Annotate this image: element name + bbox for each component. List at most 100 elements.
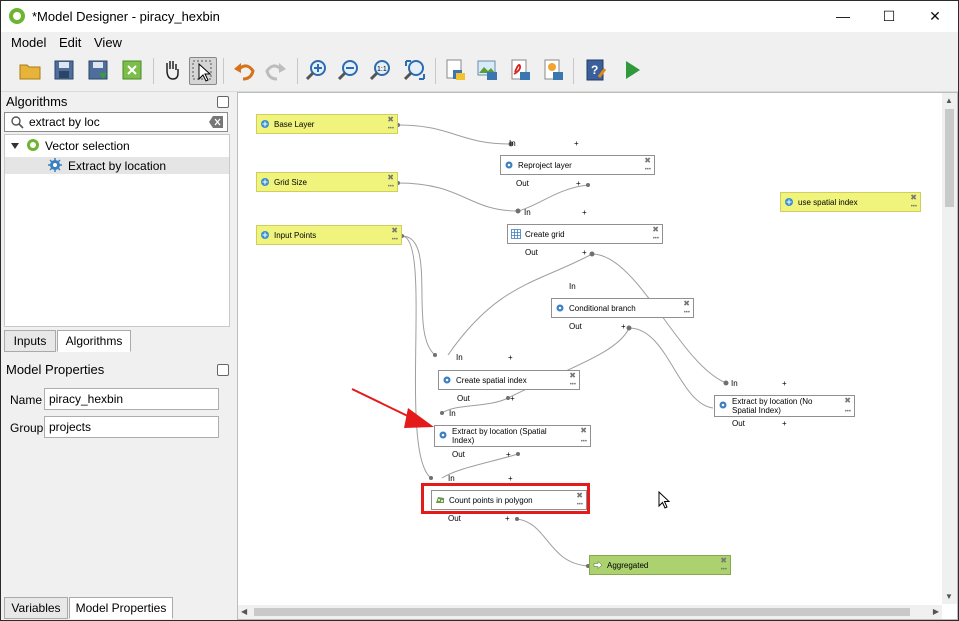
edit-node-icon[interactable]: •••: [721, 567, 727, 573]
remove-node-icon[interactable]: ✖: [844, 396, 851, 405]
save-as-button[interactable]: [85, 57, 111, 83]
clear-search-icon[interactable]: [209, 116, 223, 128]
undo-button[interactable]: [231, 57, 257, 83]
port-plus[interactable]: +: [508, 474, 513, 483]
save-model-button[interactable]: [51, 57, 77, 83]
zoom-in-button[interactable]: [304, 57, 330, 83]
scroll-right-icon[interactable]: ▶: [933, 607, 939, 616]
model-canvas[interactable]: Base Layer ✖ ••• Grid Size ✖ ••• Input P…: [237, 92, 958, 620]
remove-node-icon[interactable]: ✖: [652, 225, 659, 234]
zoom-out-button[interactable]: [336, 57, 362, 83]
port-plus[interactable]: +: [782, 419, 787, 428]
zoom-actual-button[interactable]: 1:1: [368, 57, 394, 83]
search-icon: [11, 116, 24, 129]
remove-node-icon[interactable]: ✖: [683, 299, 690, 308]
edit-node-icon[interactable]: •••: [653, 236, 659, 242]
float-panel-icon[interactable]: [217, 96, 229, 108]
export-image-button[interactable]: [474, 57, 500, 83]
remove-node-icon[interactable]: ✖: [644, 156, 651, 165]
edit-node-icon[interactable]: •••: [684, 310, 690, 316]
remove-node-icon[interactable]: ✖: [910, 193, 917, 202]
remove-node-icon[interactable]: ✖: [387, 115, 394, 124]
node-extract-spatial-index[interactable]: Extract by location (Spatial Index) ✖ •••: [434, 425, 591, 447]
tree-group-vector-selection[interactable]: Vector selection: [45, 139, 130, 153]
save-in-project-button[interactable]: [119, 57, 145, 83]
node-label: Conditional branch: [569, 304, 636, 313]
pan-tool-button[interactable]: [159, 57, 185, 83]
edit-node-icon[interactable]: •••: [388, 184, 394, 190]
model-name-field[interactable]: piracy_hexbin: [44, 388, 219, 410]
node-label: Grid Size: [274, 178, 307, 187]
select-tool-button[interactable]: [189, 57, 217, 85]
remove-node-icon[interactable]: ✖: [580, 426, 587, 435]
tab-variables[interactable]: Variables: [4, 597, 68, 619]
edit-node-icon[interactable]: •••: [845, 409, 851, 415]
edit-node-icon[interactable]: •••: [645, 167, 651, 173]
port-plus[interactable]: +: [582, 248, 587, 257]
port-plus[interactable]: +: [576, 179, 581, 188]
model-group-field[interactable]: projects: [44, 416, 219, 438]
tab-model-properties[interactable]: Model Properties: [69, 597, 173, 619]
node-grid-size[interactable]: Grid Size ✖ •••: [256, 172, 398, 192]
node-use-spatial-index[interactable]: use spatial index ✖ •••: [780, 192, 921, 212]
run-model-button[interactable]: [619, 57, 645, 83]
port-plus[interactable]: +: [782, 379, 787, 388]
open-model-button[interactable]: [17, 57, 43, 83]
port-plus[interactable]: +: [621, 322, 626, 331]
node-create-grid[interactable]: Create grid ✖ •••: [507, 224, 663, 244]
horizontal-scrollbar[interactable]: ◀ ▶: [238, 605, 942, 619]
scroll-up-icon[interactable]: ▲: [945, 96, 953, 105]
menu-model[interactable]: Model: [11, 35, 46, 50]
maximize-button[interactable]: ☐: [866, 1, 912, 32]
vertical-scroll-thumb[interactable]: [945, 109, 954, 207]
edit-node-icon[interactable]: •••: [388, 126, 394, 132]
edit-node-icon[interactable]: •••: [392, 237, 398, 243]
node-label: Reproject layer: [518, 161, 572, 170]
remove-node-icon[interactable]: ✖: [720, 556, 727, 565]
port-out-label: Out: [516, 179, 529, 188]
port-plus[interactable]: +: [582, 208, 587, 217]
expand-arrow-icon[interactable]: [10, 141, 20, 151]
menu-edit[interactable]: Edit: [59, 35, 81, 50]
port-plus[interactable]: +: [508, 353, 513, 362]
horizontal-scroll-thumb[interactable]: [254, 608, 910, 616]
tab-inputs[interactable]: Inputs: [4, 330, 56, 352]
port-plus[interactable]: +: [510, 394, 515, 403]
node-extract-no-spatial-index[interactable]: Extract by location (No Spatial Index) ✖ …: [714, 395, 855, 417]
node-reproject-layer[interactable]: Reproject layer ✖ •••: [500, 155, 655, 175]
edit-node-icon[interactable]: •••: [911, 204, 917, 210]
edit-node-icon[interactable]: •••: [570, 382, 576, 388]
tab-algorithms[interactable]: Algorithms: [57, 330, 131, 352]
redo-icon: [265, 63, 286, 81]
export-svg-button[interactable]: [540, 57, 566, 83]
scroll-left-icon[interactable]: ◀: [241, 607, 247, 616]
gear-icon: [48, 158, 62, 172]
port-plus[interactable]: +: [505, 514, 510, 523]
tree-item-extract-by-location[interactable]: Extract by location: [5, 157, 229, 174]
node-input-points[interactable]: Input Points ✖ •••: [256, 225, 402, 245]
menu-view[interactable]: View: [94, 35, 122, 50]
node-create-spatial-index[interactable]: Create spatial index ✖ •••: [438, 370, 580, 390]
edit-help-button[interactable]: ?: [583, 57, 609, 83]
search-text: extract by loc: [29, 115, 100, 129]
scroll-down-icon[interactable]: ▼: [945, 592, 953, 601]
float-panel-icon[interactable]: [217, 364, 229, 376]
minimize-button[interactable]: —: [820, 1, 866, 32]
edit-node-icon[interactable]: •••: [581, 439, 587, 445]
vertical-scrollbar[interactable]: ▲ ▼: [942, 93, 957, 604]
port-plus[interactable]: +: [506, 450, 511, 459]
node-conditional-branch[interactable]: Conditional branch ✖ •••: [551, 298, 694, 318]
zoom-full-button[interactable]: [402, 57, 428, 83]
node-base-layer[interactable]: Base Layer ✖ •••: [256, 114, 398, 134]
run-icon: [626, 61, 640, 79]
redo-button[interactable]: [263, 57, 289, 83]
remove-node-icon[interactable]: ✖: [569, 371, 576, 380]
export-pdf-button[interactable]: [507, 57, 533, 83]
close-button[interactable]: ✕: [912, 1, 958, 32]
port-plus[interactable]: +: [574, 139, 579, 148]
remove-node-icon[interactable]: ✖: [391, 226, 398, 235]
remove-node-icon[interactable]: ✖: [387, 173, 394, 182]
export-python-button[interactable]: [442, 57, 468, 83]
algorithm-search-input[interactable]: extract by loc: [4, 112, 228, 132]
node-aggregated-output[interactable]: Aggregated ✖ •••: [589, 555, 731, 575]
